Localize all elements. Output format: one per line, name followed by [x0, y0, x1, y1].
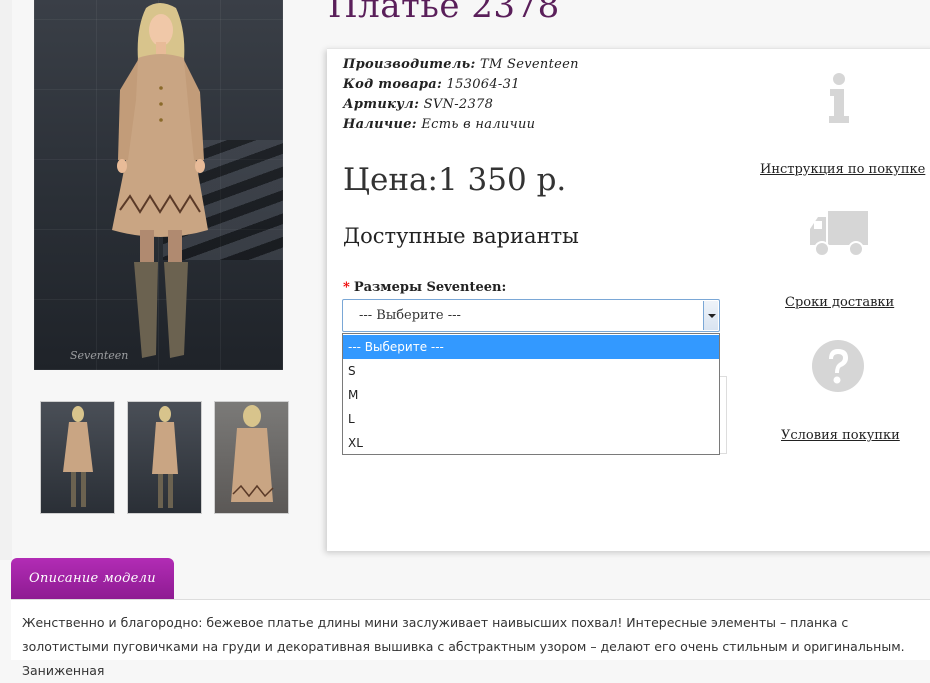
size-select[interactable]: --- Выберите --- [342, 299, 720, 332]
thumbnail-3-illustration [231, 405, 274, 502]
spec-label: Код товара: [343, 77, 443, 92]
spec-availability: Наличие: Есть в наличии [343, 117, 535, 132]
size-label: * Размеры Seventeen: [343, 280, 506, 295]
spec-value: SVN-2378 [423, 97, 494, 112]
purchase-instruction-link[interactable]: Инструкция по покупке [760, 162, 925, 177]
size-option-l[interactable]: L [343, 407, 719, 431]
question-icon[interactable] [810, 338, 866, 394]
thumbnail-2[interactable] [127, 401, 202, 514]
size-label-text: Размеры Seventeen: [353, 280, 507, 295]
spec-value: TM Seventeen [480, 57, 579, 72]
spec-value: 153064-31 [446, 77, 520, 92]
spec-value: Есть в наличии [421, 117, 536, 132]
spec-label: Наличие: [343, 117, 417, 132]
size-option-xl[interactable]: XL [343, 431, 719, 455]
image-watermark: Seventeen [70, 349, 129, 362]
spec-label: Артикул: [343, 97, 420, 112]
size-dropdown-list[interactable]: --- Выберите --- S M L XL [342, 333, 720, 455]
thumbnail-3[interactable] [214, 401, 289, 514]
description-text: Женственно и благородно: бежевое платье … [22, 615, 905, 678]
main-product-image[interactable]: Seventeen [34, 0, 283, 370]
size-option-m[interactable]: M [343, 383, 719, 407]
model-illustration [112, 3, 208, 358]
size-option-s[interactable]: S [343, 359, 719, 383]
thumbnail-2-illustration [152, 406, 178, 508]
thumbnail-1[interactable] [40, 401, 115, 514]
delivery-truck-icon[interactable] [808, 209, 870, 259]
spec-product-code: Код товара: 153064-31 [343, 77, 520, 92]
size-select-dropdown-button[interactable] [703, 301, 718, 330]
info-icon[interactable] [826, 72, 852, 124]
product-title: Платье 2378 [328, 0, 560, 26]
variants-heading: Доступные варианты [343, 224, 579, 248]
purchase-conditions-link[interactable]: Условия покупки [781, 428, 900, 443]
tab-model-description[interactable]: Описание модели [11, 558, 174, 599]
spec-label: Производитель: [343, 57, 476, 72]
required-mark: * [343, 280, 350, 295]
page-left-strip [0, 0, 12, 560]
spec-article: Артикул: SVN-2378 [343, 97, 493, 112]
thumbnail-1-illustration [63, 406, 93, 507]
product-price: Цена:1 350 р. [343, 162, 567, 198]
chevron-down-icon [708, 314, 716, 318]
spec-manufacturer: Производитель: TM Seventeen [343, 57, 579, 72]
size-option-placeholder[interactable]: --- Выберите --- [343, 335, 719, 359]
size-select-value: --- Выберите --- [359, 308, 461, 323]
delivery-terms-link[interactable]: Сроки доставки [785, 295, 894, 310]
